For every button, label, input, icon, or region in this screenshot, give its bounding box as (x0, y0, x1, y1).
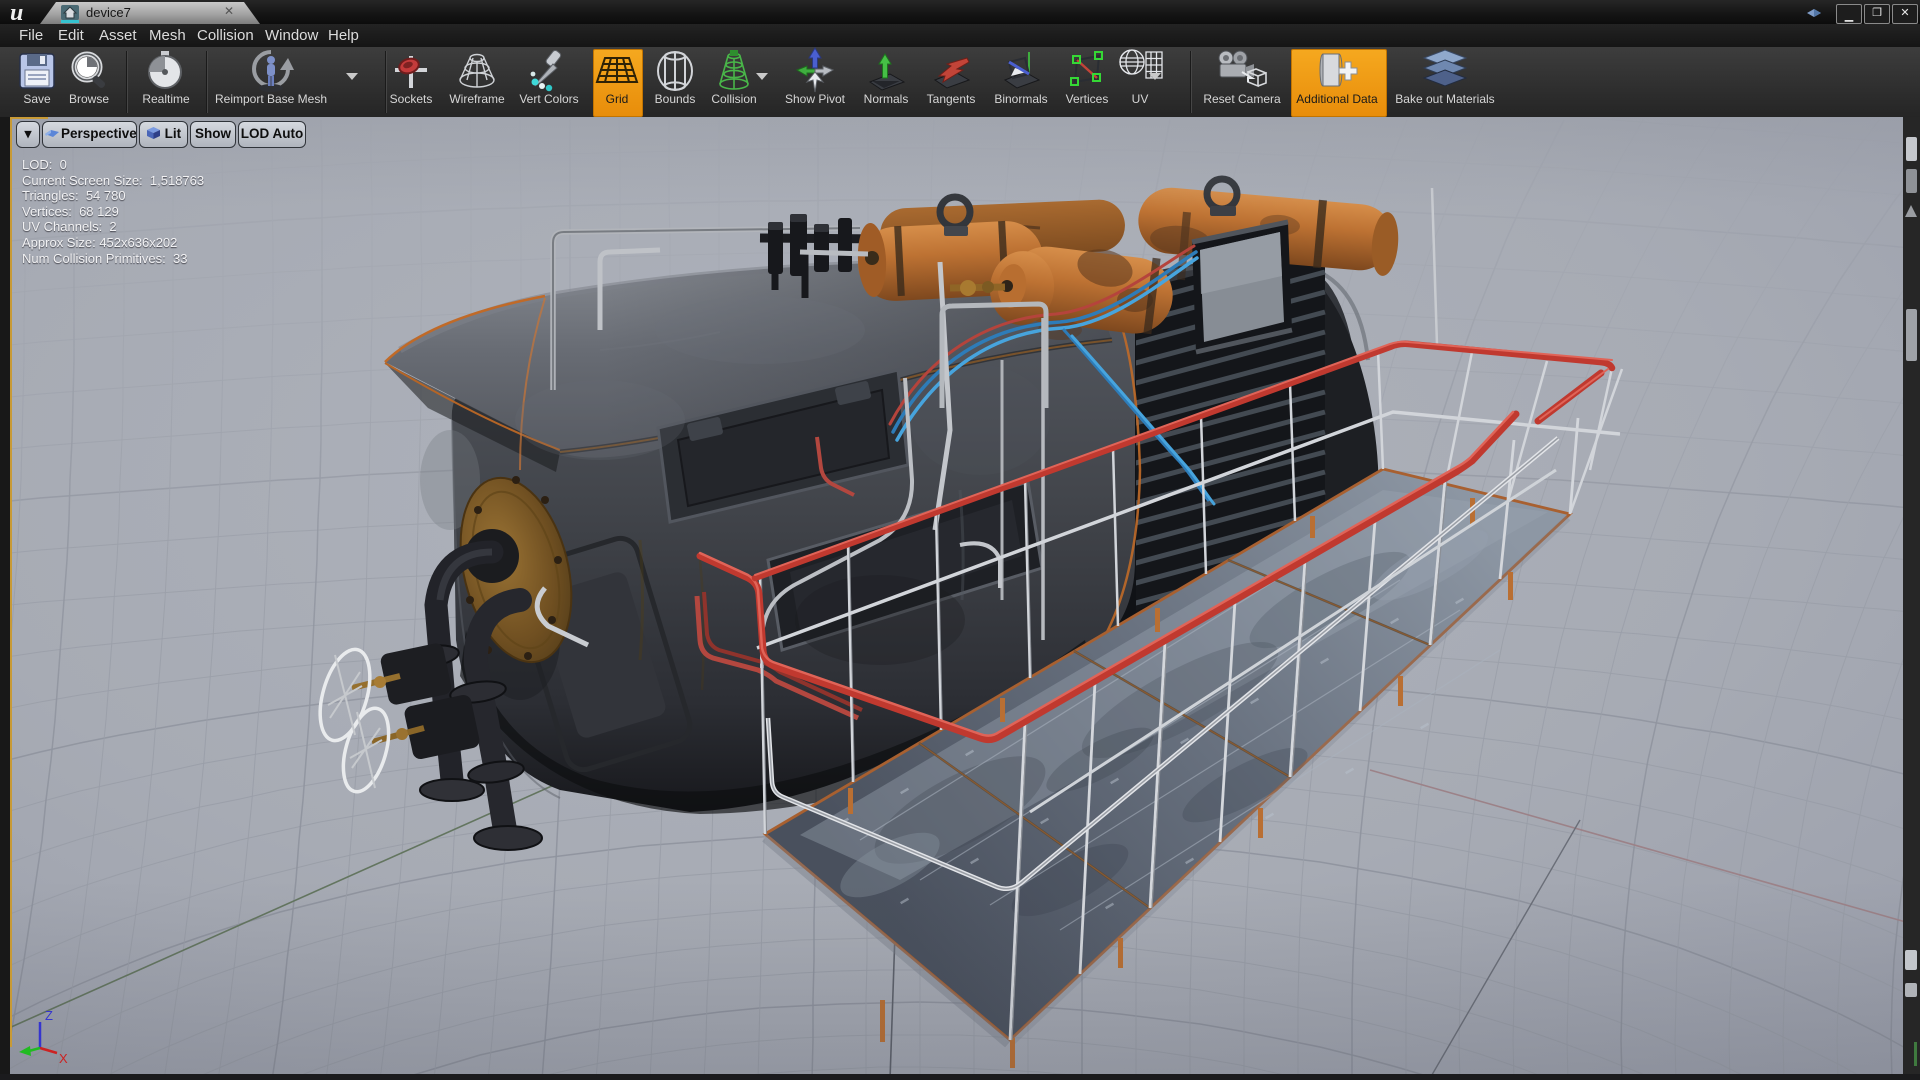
svg-text:Z: Z (45, 1008, 53, 1023)
svg-text:X: X (59, 1051, 68, 1066)
svg-text:u: u (10, 1, 23, 23)
